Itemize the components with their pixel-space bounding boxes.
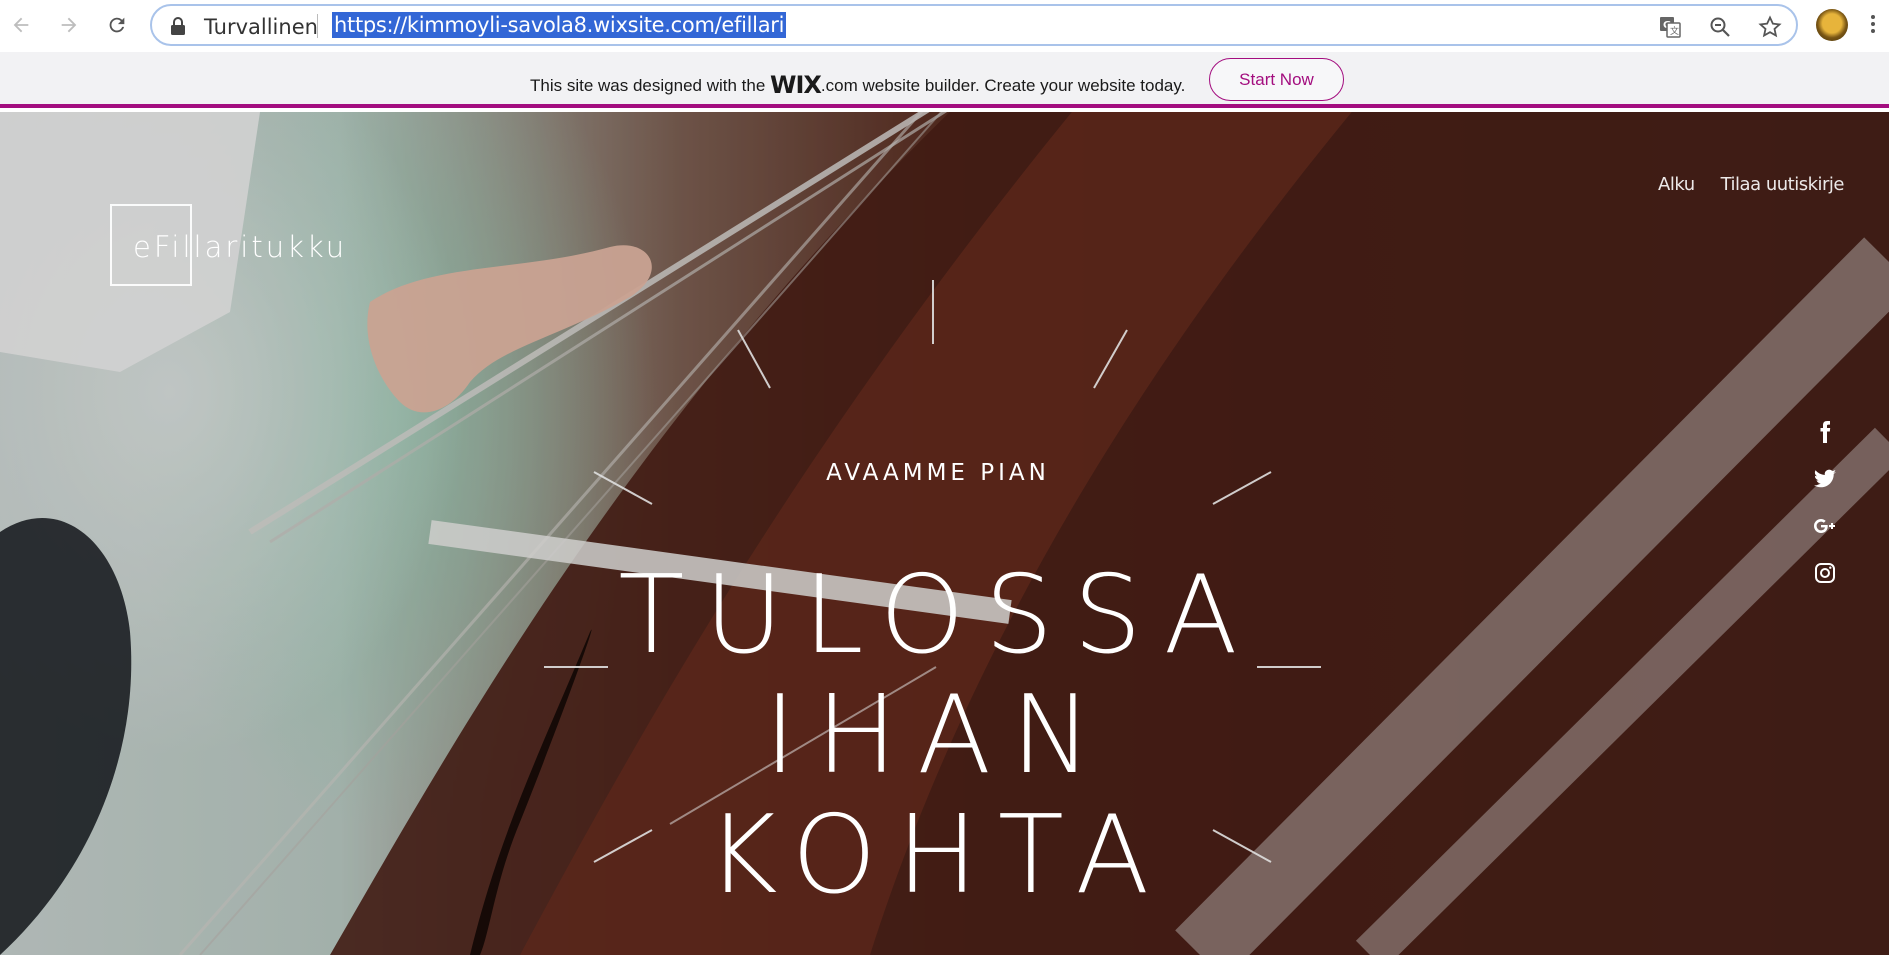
url-text[interactable]: https://kimmoyli-savola8.wixsite.com/efi… <box>332 12 787 38</box>
nav-link-home[interactable]: Alku <box>1658 174 1695 195</box>
back-arrow-icon <box>13 17 29 33</box>
security-label: Turvallinen <box>204 15 318 39</box>
google-plus-icon[interactable] <box>1810 511 1840 541</box>
facebook-icon[interactable] <box>1810 417 1840 447</box>
site-logo[interactable]: eFillaritukku <box>133 230 347 264</box>
browser-toolbar: Turvallinen https://kimmoyli-savola8.wix… <box>0 0 1889 52</box>
hero-title-line-2: IHAN <box>764 673 1112 798</box>
wix-ad-banner: This site was designed with the WIX.com … <box>0 52 1889 108</box>
translate-icon[interactable]: G文 <box>1658 15 1682 39</box>
wix-banner-text-before: This site was designed with the <box>530 76 771 95</box>
nav-link-newsletter[interactable]: Tilaa uutiskirje <box>1721 174 1845 195</box>
back-button[interactable] <box>4 8 38 42</box>
wix-banner-text: This site was designed with the WIX.com … <box>530 69 1186 99</box>
forward-arrow-icon <box>61 17 77 33</box>
reload-icon <box>109 17 125 33</box>
wix-logo: WIX <box>770 71 822 99</box>
hero-title-line-1: TULOSSA <box>618 553 1258 678</box>
address-separator <box>317 14 318 38</box>
browser-menu-button[interactable] <box>1870 12 1876 40</box>
forward-button[interactable] <box>52 8 86 42</box>
wix-banner-text-after: website builder. Create your website tod… <box>857 76 1186 95</box>
profile-avatar[interactable] <box>1816 9 1848 41</box>
wix-logo-com: .com <box>820 76 858 95</box>
address-bar[interactable]: Turvallinen https://kimmoyli-savola8.wix… <box>150 4 1798 46</box>
site-nav: Alku Tilaa uutiskirje <box>1658 174 1844 195</box>
start-now-button[interactable]: Start Now <box>1209 58 1344 101</box>
zoom-out-icon[interactable] <box>1708 15 1732 39</box>
bookmark-star-icon[interactable] <box>1758 15 1782 39</box>
lock-icon <box>171 17 185 35</box>
hero-section: eFillaritukku Alku Tilaa uutiskirje AVAA… <box>0 112 1889 955</box>
hero-subtitle: AVAAMME PIAN <box>826 460 1050 486</box>
hero-title-line-3: KOHTA <box>706 793 1170 918</box>
reload-button[interactable] <box>100 8 134 42</box>
svg-text:文: 文 <box>1670 25 1679 37</box>
